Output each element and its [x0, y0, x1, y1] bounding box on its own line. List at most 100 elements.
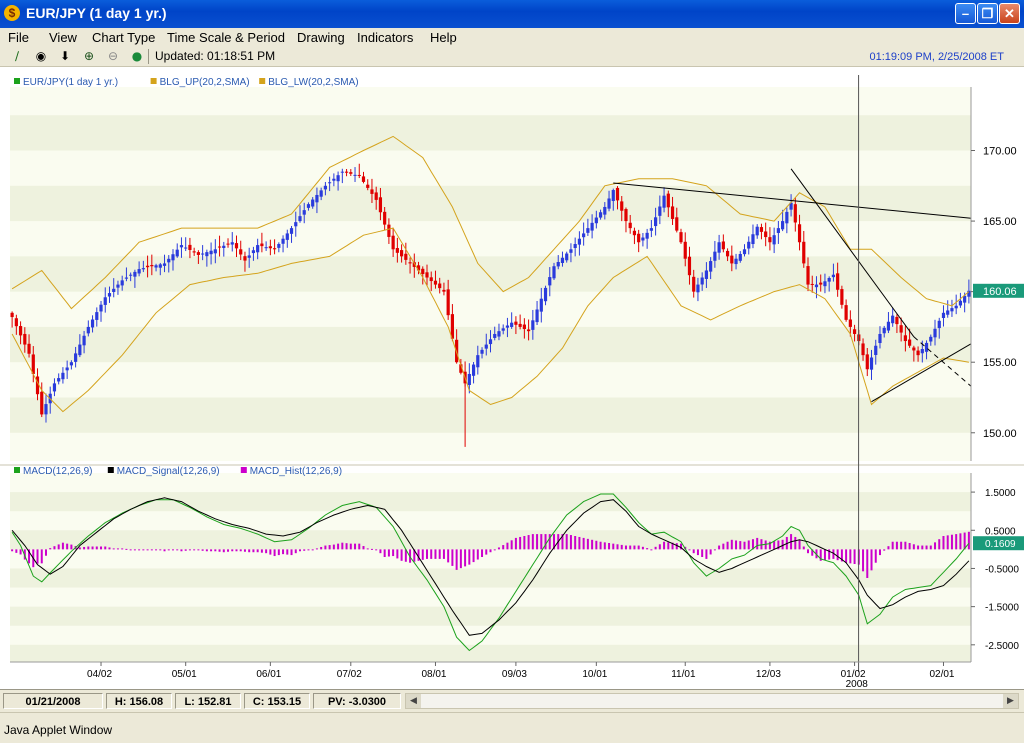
candle-down: [730, 255, 734, 264]
candle-up: [488, 339, 493, 345]
macd-histogram-bar: [112, 548, 115, 550]
macd-histogram-bar: [485, 549, 488, 555]
macd-histogram-bar: [629, 545, 632, 550]
candle-up: [776, 228, 780, 233]
candle-up: [323, 185, 327, 190]
menu-view[interactable]: View: [49, 30, 77, 45]
candle-up: [878, 333, 882, 344]
scroll-left-icon[interactable]: ◀: [406, 694, 421, 708]
macd-histogram-bar: [307, 549, 310, 551]
status-high: H: 156.08: [106, 693, 172, 709]
candle-up: [315, 194, 319, 203]
chart-svg[interactable]: EUR/JPY(1 day 1 yr.) BLG_UP(20,2,SMA) BLG_…: [0, 67, 1024, 689]
candle-up: [717, 242, 721, 253]
chart-area[interactable]: EUR/JPY(1 day 1 yr.) BLG_UP(20,2,SMA) BLG_…: [0, 67, 1024, 689]
candle-down: [848, 319, 852, 327]
macd-histogram-bar: [197, 549, 200, 551]
candle-up: [205, 252, 209, 257]
candle-up: [649, 228, 653, 231]
macd-histogram-bar: [95, 546, 98, 550]
macd-histogram-bar: [91, 546, 94, 550]
candle-up: [543, 287, 548, 302]
macd-histogram-bar: [527, 535, 530, 550]
macd-y-tick-label: -2.5000: [985, 641, 1019, 652]
candle-up: [814, 284, 819, 288]
candle-down: [865, 354, 869, 370]
macd-histogram-bar: [955, 534, 958, 550]
macd-histogram-bar: [904, 541, 907, 550]
macd-band: [10, 492, 971, 512]
candle-up: [920, 349, 924, 354]
close-button[interactable]: ✕: [999, 3, 1020, 24]
candle-up: [298, 216, 302, 222]
macd-histogram-bar: [442, 549, 445, 559]
globe-icon[interactable]: ●: [130, 49, 144, 63]
macd-histogram-bar: [883, 549, 886, 551]
macd-histogram-bar: [320, 546, 323, 550]
draw-line-icon[interactable]: ∕: [10, 49, 24, 63]
menu-chart-type[interactable]: Chart Type: [92, 30, 155, 45]
macd-histogram-bar: [908, 543, 911, 550]
candle-up: [941, 312, 946, 318]
macd-histogram-bar: [265, 549, 268, 554]
candle-up: [823, 281, 827, 287]
candle-down: [268, 246, 272, 249]
candle-down: [145, 265, 150, 268]
candle-down: [527, 329, 531, 332]
menu-indicators[interactable]: Indicators: [357, 30, 413, 45]
candle-down: [421, 268, 425, 274]
macd-histogram-bar: [315, 548, 318, 550]
candle-down: [916, 350, 920, 356]
minimize-button[interactable]: –: [955, 3, 976, 24]
macd-legend-swatch: [240, 467, 247, 473]
menu-time-scale[interactable]: Time Scale & Period: [167, 30, 285, 45]
macd-histogram-bar: [713, 549, 716, 551]
candle-down: [196, 252, 200, 255]
macd-histogram-bar: [493, 549, 496, 551]
scroll-right-icon[interactable]: ▶: [1003, 694, 1018, 708]
macd-histogram-bar: [620, 544, 623, 550]
candle-up: [950, 308, 954, 312]
macd-histogram-bar: [663, 541, 666, 550]
macd-last-value-label: 0.1609: [985, 539, 1016, 550]
crosshair-icon[interactable]: ◉: [34, 49, 48, 63]
macd-histogram-bar: [747, 540, 750, 550]
macd-band: [10, 606, 971, 626]
candle-up: [556, 262, 560, 267]
macd-histogram-bar: [61, 542, 64, 550]
macd-histogram-bar: [53, 546, 56, 550]
menu-drawing[interactable]: Drawing: [297, 30, 345, 45]
maximize-button[interactable]: ❐: [977, 3, 998, 24]
macd-histogram-bar: [455, 549, 458, 570]
candle-down: [670, 206, 675, 219]
candle-up: [946, 310, 950, 315]
candle-up: [99, 304, 103, 312]
x-tick-label: 10/01: [582, 669, 607, 680]
candle-up: [82, 335, 86, 346]
macd-histogram-bar: [959, 533, 962, 550]
candle-down: [764, 231, 768, 238]
applet-window-label: Java Applet Window: [4, 723, 113, 737]
candle-up: [289, 228, 294, 234]
candle-up: [171, 254, 175, 261]
macd-y-tick-label: -1.5000: [985, 603, 1019, 614]
menu-file[interactable]: File: [8, 30, 29, 45]
macd-histogram-bar: [324, 545, 327, 550]
candle-up: [103, 297, 107, 305]
candle-up: [658, 206, 662, 216]
candle-up: [209, 250, 213, 255]
menu-help[interactable]: Help: [430, 30, 457, 45]
macd-histogram-bar: [193, 549, 196, 551]
candle-up: [154, 265, 158, 268]
down-arrow-icon[interactable]: ⬇: [58, 49, 72, 63]
x-tick-label: 07/02: [337, 669, 362, 680]
horizontal-scrollbar[interactable]: ◀ ▶: [405, 693, 1019, 709]
candle-up: [230, 242, 234, 245]
macd-histogram-bar: [201, 549, 204, 551]
macd-histogram-bar: [116, 548, 119, 550]
x-tick-label: 11/01: [671, 669, 696, 680]
zoom-in-icon[interactable]: ⊕: [82, 49, 96, 63]
candle-up: [560, 257, 565, 264]
zoom-out-icon[interactable]: ⊖: [106, 49, 120, 63]
macd-histogram-bar: [739, 541, 742, 550]
